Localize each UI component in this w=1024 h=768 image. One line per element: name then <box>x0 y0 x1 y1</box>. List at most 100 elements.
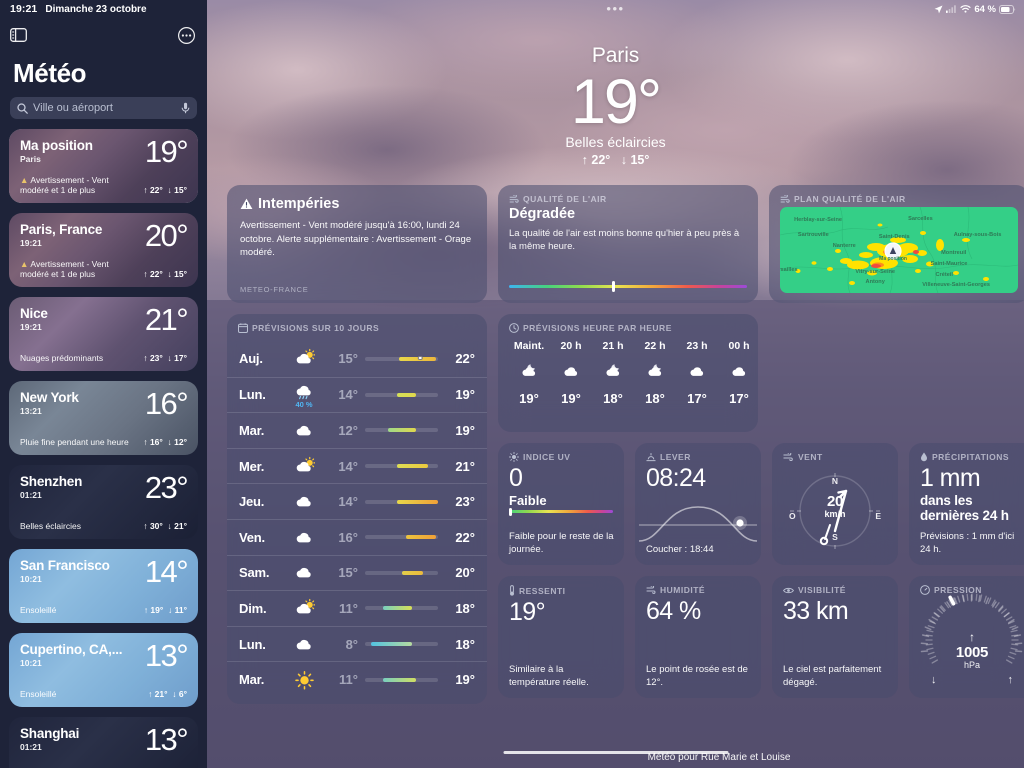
hour-temperature: 17° <box>687 391 707 406</box>
sidebar-city-card[interactable]: San Francisco 10:21 Ensoleillé 14° ↑ 19°… <box>9 549 198 623</box>
day-low-temp: 15° <box>338 565 358 581</box>
hero-high-low: ↑ 22° ↓ 15° <box>207 153 1024 167</box>
hour-temperature: 19° <box>561 391 581 406</box>
uv-index-card[interactable]: INDICE UV 0 Faible Faible pour le reste … <box>498 443 624 565</box>
sunrise-header-label: LEVER <box>660 452 691 462</box>
ten-day-forecast-card[interactable]: PRÉVISIONS SUR 10 JOURS Auj. 15° 22° Lun.… <box>227 314 487 704</box>
search-input[interactable]: Ville ou aéroport <box>10 97 197 119</box>
ten-day-row[interactable]: Ven. 16° 22° <box>227 518 487 555</box>
day-low-temp: 14° <box>338 458 358 474</box>
hero-high-arrow: ↑ <box>581 153 588 167</box>
hour-temperature: 18° <box>645 391 665 406</box>
day-temp-range-bar <box>365 428 438 433</box>
severe-weather-alert-card[interactable]: Intempéries Avertissement - Vent modéré … <box>227 185 487 303</box>
hourly-strip[interactable]: Maint. 19° 20 h 19° 21 h 18° 22 h 18° 23 h 1… <box>498 333 758 406</box>
raindrop-icon <box>920 452 928 462</box>
humidity-icon <box>646 585 656 595</box>
hourly-and-map-row: PRÉVISIONS HEURE PAR HEURE Maint. 19° 20 … <box>498 314 1024 432</box>
ten-day-row[interactable]: Auj. 15° 22° <box>227 341 487 377</box>
hourly-column[interactable]: Maint. 19° <box>508 340 550 406</box>
hour-label: 22 h <box>644 340 666 352</box>
ten-day-rows: Auj. 15° 22° Lun. 40 % 14° 19° Mar. 12° 19… <box>227 341 487 697</box>
air-quality-header: QUALITÉ DE L'AIR <box>498 185 758 204</box>
ten-day-row[interactable]: Dim. 11° 18° <box>227 590 487 626</box>
day-temp-range-fill <box>397 464 428 469</box>
air-quality-map-header-label: PLAN QUALITÉ DE L'AIR <box>794 194 906 204</box>
calendar-icon <box>238 323 248 333</box>
day-high-temp: 22° <box>455 351 475 367</box>
hourly-column[interactable]: 22 h 18° <box>634 340 676 406</box>
day-temp-range-fill <box>388 428 417 433</box>
ten-day-row[interactable]: Mar. 11° 19° <box>227 661 487 697</box>
ellipsis-circle-icon[interactable] <box>178 26 195 44</box>
day-temp-range-fill <box>370 642 412 647</box>
cards-row-2: PRÉVISIONS SUR 10 JOURS Auj. 15° 22° Lun.… <box>227 314 1024 704</box>
day-low-temp: 12° <box>338 422 358 438</box>
hourly-column[interactable]: 21 h 18° <box>592 340 634 406</box>
sidebar-toggle-icon[interactable] <box>10 28 27 42</box>
pressure-card[interactable]: PRESSION ↑ 1005 hPa ↓ ↑ <box>909 576 1024 698</box>
air-quality-card[interactable]: QUALITÉ DE L'AIR Dégradée La qualité de … <box>498 185 758 303</box>
sidebar-city-card[interactable]: Ma position Paris ▲ Avertissement - Vent … <box>9 129 198 203</box>
city-card-high-low: ↑ 19° ↓ 11° <box>143 605 187 615</box>
city-list: Ma position Paris ▲ Avertissement - Vent … <box>0 129 207 768</box>
humidity-card[interactable]: HUMIDITÉ 64 % Le point de rosée est de 1… <box>635 576 761 698</box>
hourly-column[interactable]: 23 h 17° <box>676 340 718 406</box>
ten-day-row[interactable]: Lun. 8° 18° <box>227 625 487 662</box>
city-card-subtitle: 19:21 <box>20 238 42 248</box>
uv-footer: Faible pour le reste de la journée. <box>509 531 614 555</box>
eye-icon <box>783 587 794 594</box>
hourly-header-label: PRÉVISIONS HEURE PAR HEURE <box>523 323 672 333</box>
precipitation-card[interactable]: PRÉCIPITATIONS 1 mm dans les dernières 2… <box>909 443 1024 565</box>
city-card-temperature: 16° <box>144 386 189 421</box>
sidebar-city-card[interactable]: Shanghai 01:21 Temps clair 13° ↑ 22° ↓ 1… <box>9 717 198 768</box>
map-place-label: Vitry-sur-Seine <box>855 268 896 275</box>
sidebar-city-card[interactable]: New York 13:21 Pluie fine pendant une he… <box>9 381 198 455</box>
city-card-temperature: 13° <box>144 722 189 757</box>
hourly-column[interactable]: 00 h 17° <box>718 340 758 406</box>
precipitation-footer: Prévisions : 1 mm d'ici 24 h. <box>920 531 1015 555</box>
sidebar-city-card[interactable]: Cupertino, CA,... 10:21 Ensoleillé 13° ↑… <box>9 633 198 707</box>
city-card-name: Nice <box>20 306 48 321</box>
hourly-column[interactable]: 20 h 19° <box>550 340 592 406</box>
sunrise-card[interactable]: LEVER 08:24 Coucher : 18:44 <box>635 443 761 565</box>
humidity-header-label: HUMIDITÉ <box>660 585 706 595</box>
precipitation-value: 1 mm <box>920 464 981 492</box>
ten-day-row[interactable]: Sam. 15° 20° <box>227 554 487 591</box>
air-quality-map-image[interactable]: Herblay-sur-Seine Sarcelles Sartrouville Sa… <box>780 207 1018 293</box>
air-quality-map-card[interactable]: PLAN QUALITÉ DE L'AIR Herblay-sur-Seine … <box>769 185 1024 303</box>
warning-triangle-icon: ▲ <box>20 175 29 185</box>
sidebar-city-card[interactable]: Paris, France 19:21 ▲ Avertissement - Ven… <box>9 213 198 287</box>
city-card-temperature: 13° <box>144 638 189 673</box>
ten-day-row[interactable]: Mer. 14° 21° <box>227 447 487 484</box>
cards-grid: Intempéries Avertissement - Vent modéré … <box>207 167 1024 704</box>
humidity-footer: Le point de rosée est de 12°. <box>646 664 748 688</box>
day-temp-range-bar <box>365 535 438 540</box>
feels-like-card[interactable]: RESSENTI 19° Similaire à la température … <box>498 576 624 698</box>
home-indicator[interactable] <box>503 750 728 754</box>
wind-card[interactable]: VENT 20 km/h N S O E <box>772 443 898 565</box>
wind-header: VENT <box>772 443 898 462</box>
sidebar-city-card[interactable]: Nice 19:21 Nuages prédominants 21° ↑ 23°… <box>9 297 198 371</box>
hour-weather-icon-moon-cloud <box>520 363 539 380</box>
hour-weather-icon-cloud <box>730 363 749 380</box>
hero-low-arrow: ↓ <box>620 153 627 167</box>
compass-west-label: O <box>789 511 796 521</box>
hourly-forecast-card[interactable]: PRÉVISIONS HEURE PAR HEURE Maint. 19° 20 … <box>498 314 758 432</box>
ten-day-row[interactable]: Lun. 40 % 14° 19° <box>227 376 487 413</box>
alert-title-row: Intempéries <box>240 196 474 212</box>
feels-like-header-label: RESSENTI <box>519 585 566 596</box>
hour-label: 21 h <box>602 340 624 352</box>
day-label: Mer. <box>239 458 265 474</box>
day-low-temp: 15° <box>338 351 358 367</box>
microphone-icon[interactable] <box>181 102 190 114</box>
ten-day-row[interactable]: Mar. 12° 19° <box>227 412 487 448</box>
cards-row-1: Intempéries Avertissement - Vent modéré … <box>227 185 1024 303</box>
sunrise-icon <box>646 452 656 462</box>
city-card-temperature: 19° <box>144 134 189 169</box>
ten-day-header-label: PRÉVISIONS SUR 10 JOURS <box>252 323 380 333</box>
visibility-card[interactable]: VISIBILITÉ 33 km Le ciel est parfaitemen… <box>772 576 898 698</box>
sidebar-city-card[interactable]: Shenzhen 01:21 Belles éclaircies 23° ↑ 3… <box>9 465 198 539</box>
day-high-temp: 18° <box>455 636 475 652</box>
ten-day-row[interactable]: Jeu. 14° 23° <box>227 483 487 519</box>
